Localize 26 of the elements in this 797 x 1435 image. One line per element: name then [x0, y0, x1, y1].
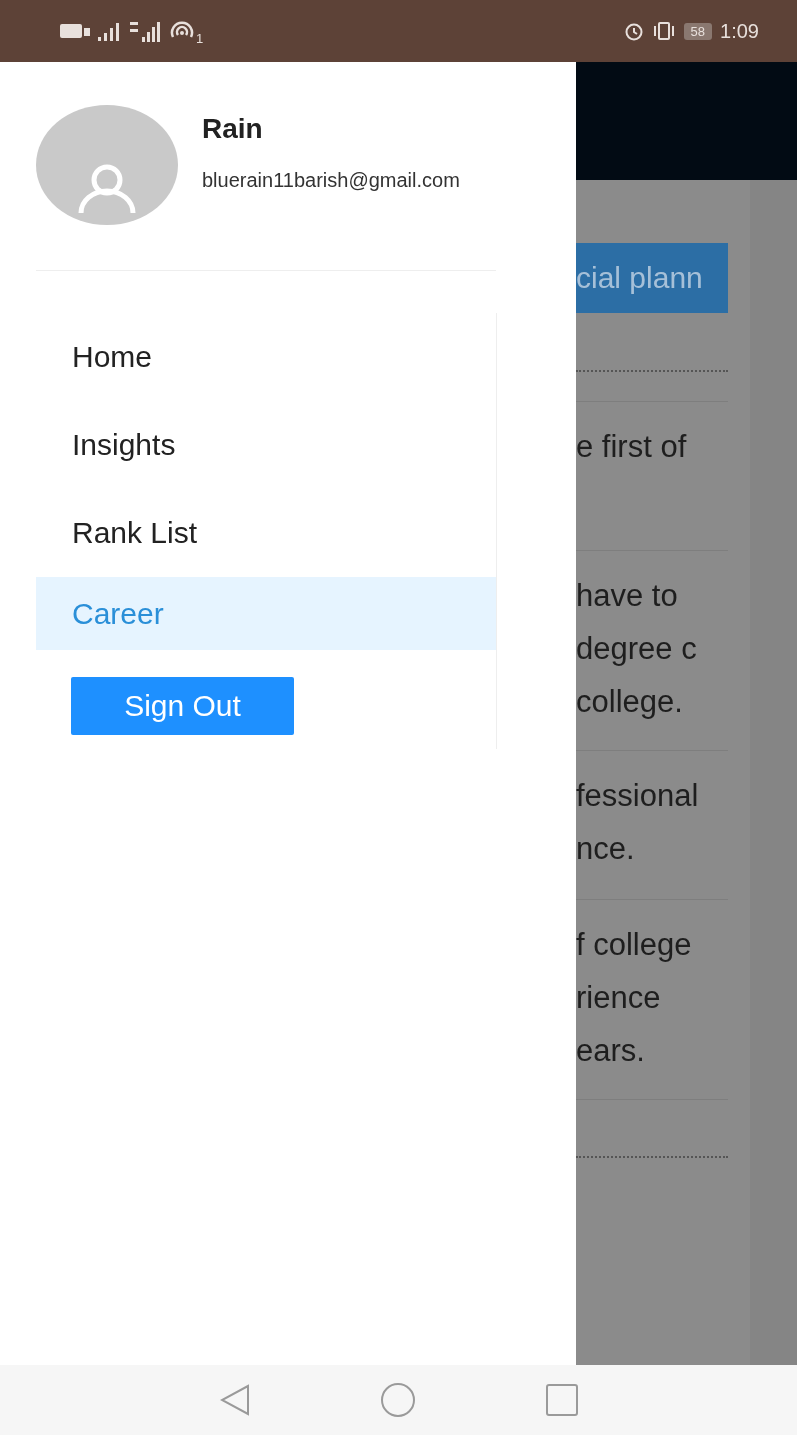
user-email: bluerain11barish@gmail.com	[202, 169, 460, 192]
list-text: ears.	[576, 1032, 646, 1070]
list-text: fessional	[576, 777, 700, 815]
recents-icon[interactable]	[545, 1384, 578, 1416]
list-text: e first of	[576, 428, 688, 466]
signal-icon	[98, 21, 122, 41]
back-icon[interactable]	[219, 1384, 250, 1416]
home-icon[interactable]	[379, 1382, 416, 1418]
list-text: f college	[576, 926, 693, 964]
list-text: college.	[576, 683, 684, 721]
sim-count: 1	[196, 30, 204, 46]
list-text: have to	[576, 577, 679, 615]
battery-indicator: 58	[683, 22, 713, 40]
signal-4g-icon	[130, 20, 162, 42]
menu-item[interactable]: Rank List	[36, 489, 496, 577]
list-text: rience	[576, 979, 662, 1017]
alarm-icon	[623, 21, 644, 41]
menu-item[interactable]: Insights	[36, 401, 496, 489]
user-name: Rain	[202, 113, 264, 145]
volte-icon	[60, 23, 90, 39]
menu-item[interactable]: Home	[36, 313, 496, 401]
clock-time: 1:09	[720, 19, 759, 43]
vibrate-icon	[651, 21, 676, 41]
person-icon	[77, 163, 137, 215]
list-text: degree c	[576, 630, 698, 668]
list-text: nce.	[576, 830, 636, 868]
